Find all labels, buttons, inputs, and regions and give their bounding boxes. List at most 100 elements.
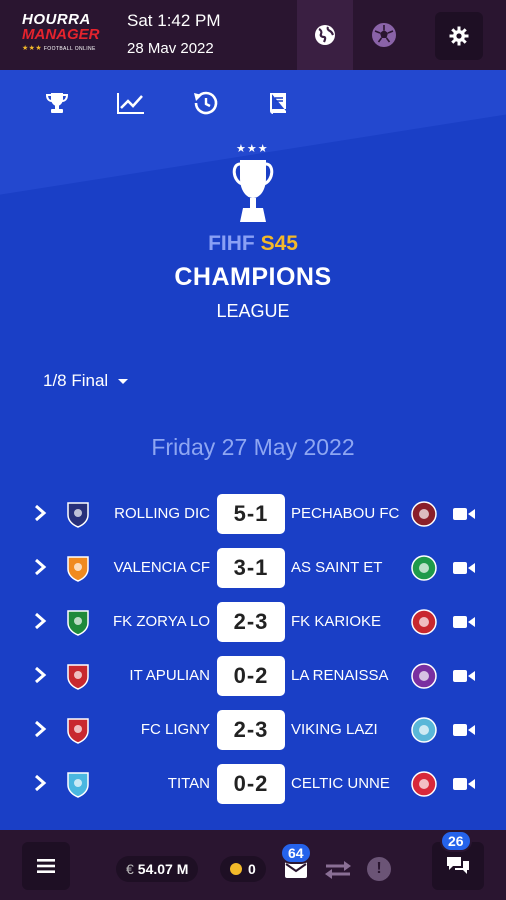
alerts-button[interactable]: !: [367, 857, 391, 881]
home-team-name[interactable]: IT APULIAN: [129, 667, 210, 684]
away-team-name[interactable]: FK KARIOKE: [291, 613, 381, 630]
soccer-ball-icon: [372, 23, 396, 47]
home-team-crest-icon: [67, 664, 89, 690]
chevron-right-icon[interactable]: [33, 774, 47, 792]
home-team-name[interactable]: VALENCIA CF: [114, 559, 210, 576]
video-camera-icon[interactable]: [453, 615, 475, 629]
trophy-icon: [45, 93, 69, 113]
round-label: 1/8 Final: [43, 371, 109, 390]
home-team-crest-icon: [67, 502, 89, 528]
competition-title-line1: FIHF S45: [208, 232, 298, 255]
away-team-crest-icon: [411, 717, 437, 743]
mail-button[interactable]: 64: [280, 842, 312, 884]
home-team-name[interactable]: FK ZORYA LO: [113, 613, 210, 630]
coins-display[interactable]: 0: [220, 856, 266, 882]
away-team-crest-icon: [411, 609, 437, 635]
chat-bubbles-icon: [447, 857, 469, 874]
game-date: 28 Mav 2022: [127, 40, 214, 57]
menu-button[interactable]: [22, 842, 70, 890]
competition-title-line3: LEAGUE: [216, 301, 290, 321]
home-team-name[interactable]: ROLLING DIC: [114, 505, 210, 522]
chevron-right-icon[interactable]: [33, 666, 47, 684]
book-icon: [270, 93, 286, 114]
away-team-name[interactable]: VIKING LAZI: [291, 721, 378, 738]
video-camera-icon[interactable]: [453, 669, 475, 683]
bottom-bar: € 54.07 M 0 64 ! 26: [0, 830, 506, 900]
away-team-crest-icon: [411, 771, 437, 797]
coin-icon: [230, 863, 242, 875]
competition-panel: ★★★ FIHF S45 CHAMPIONS LEAGUE 1/8 Final …: [0, 70, 506, 830]
video-camera-icon[interactable]: [453, 777, 475, 791]
away-team-name[interactable]: CELTIC UNNE: [291, 775, 390, 792]
caret-down-icon: [118, 378, 129, 384]
exclamation-icon: !: [376, 860, 382, 877]
video-camera-icon[interactable]: [453, 723, 475, 737]
home-team-name[interactable]: FC LIGNY: [141, 721, 210, 738]
game-time: Sat 1:42 PM: [127, 11, 221, 30]
hamburger-icon: [37, 859, 55, 873]
chat-count-badge: 26: [440, 830, 472, 852]
match-score[interactable]: 0-2: [217, 656, 285, 696]
away-team-name[interactable]: LA RENAISSA: [291, 667, 389, 684]
swap-arrows-icon: [325, 861, 351, 879]
home-team-crest-icon: [67, 718, 89, 744]
chat-button[interactable]: 26: [432, 830, 484, 890]
coins-value: 0: [248, 861, 256, 877]
match-day-heading: Friday 27 May 2022: [151, 434, 355, 460]
video-camera-icon[interactable]: [453, 561, 475, 575]
chevron-right-icon[interactable]: [33, 612, 47, 630]
match-row[interactable]: TITAN 0-2 CELTIC UNNE: [0, 764, 506, 804]
game-clock: Sat 1:42 PM 28 Mav 2022: [127, 11, 221, 57]
app-logo[interactable]: HOURRA MANAGER ★★★ FOOTBALL ONLINE: [22, 12, 108, 56]
cup-emblem: ★★★: [223, 142, 283, 226]
gear-icon: [449, 26, 469, 46]
match-score[interactable]: 5-1: [217, 494, 285, 534]
history-icon: [194, 91, 218, 115]
nav-trophy[interactable]: [42, 88, 72, 118]
budget-value: 54.07 M: [137, 861, 189, 877]
competition-nav: [0, 88, 506, 118]
match-score[interactable]: 3-1: [217, 548, 285, 588]
competition-stars: ★★★: [236, 143, 269, 155]
chevron-right-icon[interactable]: [33, 504, 47, 522]
home-team-name[interactable]: TITAN: [168, 775, 210, 792]
currency-symbol: €: [126, 861, 134, 877]
away-team-name[interactable]: PECHABOU FC: [291, 505, 399, 522]
nav-rules[interactable]: [263, 88, 293, 118]
competition-title-line2: CHAMPIONS: [174, 263, 332, 291]
logo-line2: MANAGER: [22, 26, 100, 43]
champions-cup-icon: [232, 160, 274, 222]
chart-icon: [117, 93, 144, 114]
away-team-crest-icon: [411, 555, 437, 581]
round-dropdown[interactable]: 1/8 Final: [43, 371, 129, 391]
top-bar: HOURRA MANAGER ★★★ FOOTBALL ONLINE Sat 1…: [0, 0, 506, 70]
globe-icon: [315, 25, 335, 45]
match-row[interactable]: FC LIGNY 2-3 VIKING LAZI: [0, 710, 506, 750]
football-button[interactable]: [356, 0, 412, 70]
chevron-right-icon[interactable]: [33, 558, 47, 576]
video-camera-icon[interactable]: [453, 507, 475, 521]
nav-stats[interactable]: [116, 88, 146, 118]
match-row[interactable]: IT APULIAN 0-2 LA RENAISSA: [0, 656, 506, 696]
home-team-crest-icon: [67, 556, 89, 582]
settings-button[interactable]: [435, 12, 483, 60]
match-row[interactable]: ROLLING DIC 5-1 PECHABOU FC: [0, 494, 506, 534]
nav-history[interactable]: [191, 88, 221, 118]
logo-line1: HOURRA: [22, 11, 91, 28]
match-row[interactable]: VALENCIA CF 3-1 AS SAINT ET: [0, 548, 506, 588]
home-team-crest-icon: [67, 610, 89, 636]
budget-display[interactable]: € 54.07 M: [116, 856, 199, 882]
chevron-right-icon[interactable]: [33, 720, 47, 738]
home-team-crest-icon: [67, 772, 89, 798]
match-row[interactable]: FK ZORYA LO 2-3 FK KARIOKE: [0, 602, 506, 642]
mail-count-badge: 64: [280, 842, 312, 864]
away-team-name[interactable]: AS SAINT ET: [291, 559, 382, 576]
world-button[interactable]: [297, 0, 353, 70]
logo-stars-icon: ★★★: [22, 45, 43, 52]
transfers-button[interactable]: [324, 860, 352, 880]
away-team-crest-icon: [411, 663, 437, 689]
away-team-crest-icon: [411, 501, 437, 527]
match-score[interactable]: 2-3: [217, 602, 285, 642]
match-score[interactable]: 2-3: [217, 710, 285, 750]
match-score[interactable]: 0-2: [217, 764, 285, 804]
